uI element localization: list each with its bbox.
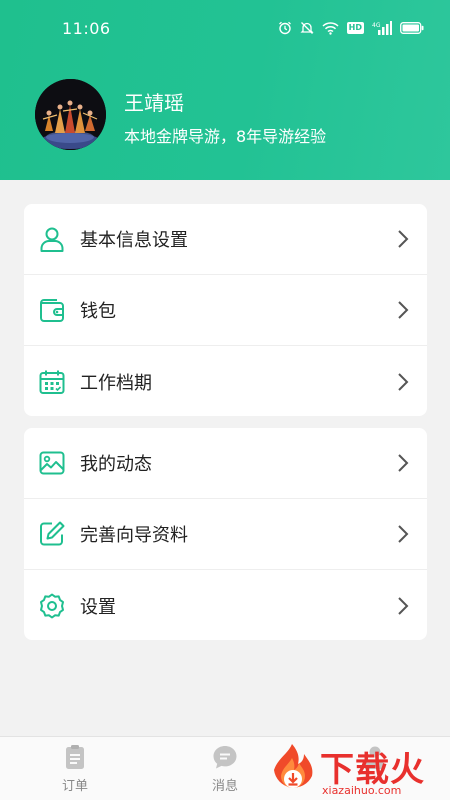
menu-item-my-posts[interactable]: 我的动态 xyxy=(24,428,427,499)
wifi-icon xyxy=(322,21,339,35)
menu-item-basic-info[interactable]: 基本信息设置 xyxy=(24,204,427,275)
menu-item-settings[interactable]: 设置 xyxy=(24,570,427,640)
chat-bubble-icon xyxy=(211,743,239,771)
menu-item-label: 钱包 xyxy=(80,301,116,322)
chevron-right-icon xyxy=(397,524,409,544)
menu-item-label: 设置 xyxy=(80,596,116,618)
flame-logo-icon xyxy=(274,744,313,788)
profile-description: 本地金牌导游，8年导游经验 xyxy=(124,127,327,146)
chevron-right-icon xyxy=(397,229,409,249)
tab-label: 消息 xyxy=(211,779,238,794)
chevron-right-icon xyxy=(397,300,409,320)
tab-orders[interactable]: 订单 xyxy=(35,737,115,800)
calendar-icon xyxy=(38,368,66,396)
mute-icon xyxy=(300,21,314,35)
menu-item-label: 完善向导资料 xyxy=(80,525,188,546)
menu-card-profile: 我的动态 完善向导资料 设置 xyxy=(24,428,427,640)
menu-item-label: 工作档期 xyxy=(80,372,152,394)
battery-icon xyxy=(400,22,424,34)
menu-item-label: 基本信息设置 xyxy=(80,230,188,251)
network-label: 4G xyxy=(372,22,381,29)
menu-card-account: 基本信息设置 钱包 工作档期 xyxy=(24,204,427,416)
hd-icon: HD xyxy=(346,22,364,34)
wallet-icon xyxy=(38,296,66,324)
tab-label: 订单 xyxy=(61,779,88,794)
tab-messages[interactable]: 消息 xyxy=(185,737,265,800)
status-bar: 11:06 HD 4G xyxy=(0,0,450,56)
user-icon xyxy=(38,225,66,253)
signal-4g-icon: 4G xyxy=(372,21,392,35)
menu-item-work-schedule[interactable]: 工作档期 xyxy=(24,346,427,416)
menu-item-complete-guide-profile[interactable]: 完善向导资料 xyxy=(24,499,427,570)
chevron-right-icon xyxy=(397,596,409,616)
watermark-logo: 下载火 xiazaihuo.com xyxy=(262,740,450,800)
menu-item-wallet[interactable]: 钱包 xyxy=(24,275,427,346)
chevron-right-icon xyxy=(397,372,409,392)
status-time: 11:06 xyxy=(62,19,111,38)
watermark-url: xiazaihuo.com xyxy=(322,784,402,797)
image-icon xyxy=(38,449,66,477)
profile-name: 王靖瑶 xyxy=(124,91,184,115)
clipboard-icon xyxy=(61,743,89,771)
menu-item-label: 我的动态 xyxy=(80,454,152,475)
gear-icon xyxy=(38,592,66,620)
avatar[interactable] xyxy=(35,79,106,150)
chevron-right-icon xyxy=(397,453,409,473)
edit-icon xyxy=(38,520,66,548)
status-icons: HD 4G xyxy=(278,18,424,38)
alarm-icon xyxy=(278,21,292,35)
profile-header: 11:06 HD 4G 王靖瑶 本地金牌导游，8年导游经验 xyxy=(0,0,450,180)
